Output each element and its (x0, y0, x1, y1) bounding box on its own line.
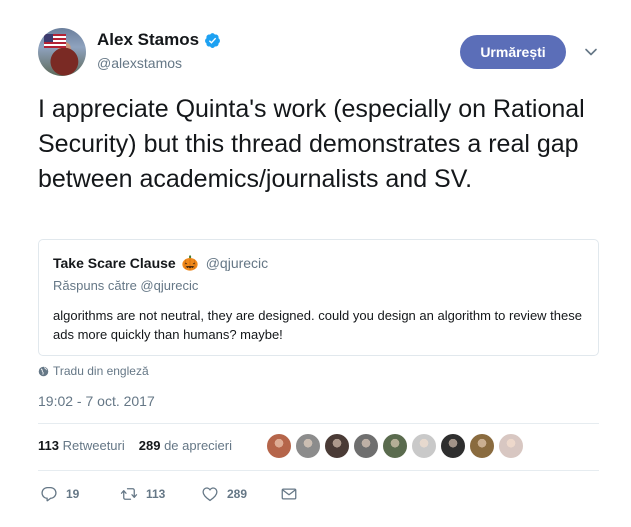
reply-count: 19 (66, 487, 80, 501)
direct-message-action[interactable] (280, 485, 298, 503)
tweet-actions: 19 113 289 (38, 485, 338, 505)
pumpkin-emoji-icon (182, 255, 198, 271)
engagement-stats: 113 Retweeturi 289 de aprecieri (38, 438, 232, 453)
verified-badge-icon (205, 32, 220, 48)
tweet-header: Alex Stamos @alexstamos Urmărești (38, 26, 598, 78)
globe-icon (38, 366, 49, 376)
liker-avatar[interactable] (324, 433, 350, 459)
envelope-icon (281, 488, 297, 500)
likes-label: de aprecieri (164, 438, 233, 453)
heart-icon (202, 487, 218, 502)
like-count: 289 (227, 487, 248, 501)
author-display-name[interactable]: Alex Stamos (97, 30, 221, 50)
chevron-down-icon[interactable] (583, 44, 599, 60)
liker-avatar[interactable] (266, 433, 292, 459)
tweet-timestamp[interactable]: 19:02 - 7 oct. 2017 (38, 393, 155, 409)
divider (38, 470, 599, 471)
retweet-action[interactable]: 113 (120, 485, 165, 503)
retweets-count: 113 (38, 438, 59, 453)
reply-icon (41, 486, 57, 502)
liker-avatar[interactable] (295, 433, 321, 459)
retweets-stat[interactable]: 113 Retweeturi (38, 438, 125, 453)
tweet-text: I appreciate Quinta's work (especially o… (38, 95, 585, 193)
like-action[interactable]: 289 (201, 485, 247, 503)
quoted-tweet-header: Take Scare Clause @qjurecic (53, 254, 268, 272)
flag-graphic (44, 34, 66, 48)
likes-stat[interactable]: 289 de aprecieri (139, 438, 232, 453)
liker-avatar[interactable] (411, 433, 437, 459)
reply-action[interactable]: 19 (40, 485, 79, 503)
liker-avatar[interactable] (440, 433, 466, 459)
retweet-count: 113 (146, 487, 166, 501)
author-handle[interactable]: @alexstamos (97, 55, 221, 71)
liker-avatar[interactable] (469, 433, 495, 459)
liker-avatar[interactable] (353, 433, 379, 459)
quoted-author-name: Take Scare Clause (53, 255, 176, 271)
author-name-block: Alex Stamos @alexstamos (97, 30, 221, 71)
author-display-name-text[interactable]: Alex Stamos (97, 30, 199, 50)
author-avatar[interactable] (38, 28, 86, 76)
following-button[interactable]: Urmărești (460, 35, 566, 69)
quoted-reply-context: Răspuns către @qjurecic (53, 278, 199, 293)
translate-label[interactable]: Tradu din engleză (53, 364, 149, 378)
liker-avatar[interactable] (382, 433, 408, 459)
liker-avatar[interactable] (498, 433, 524, 459)
quoted-tweet[interactable]: Take Scare Clause @qjurecic Răspuns cătr… (38, 239, 599, 356)
retweets-label: Retweeturi (62, 438, 125, 453)
liker-avatars (266, 433, 524, 459)
likes-count: 289 (138, 438, 161, 453)
translate-link[interactable]: Tradu din engleză (38, 364, 149, 378)
divider (38, 423, 599, 424)
quoted-tweet-text: algorithms are not neutral, they are des… (53, 308, 582, 342)
retweet-icon (120, 488, 138, 500)
quoted-author-handle: @qjurecic (205, 255, 269, 271)
